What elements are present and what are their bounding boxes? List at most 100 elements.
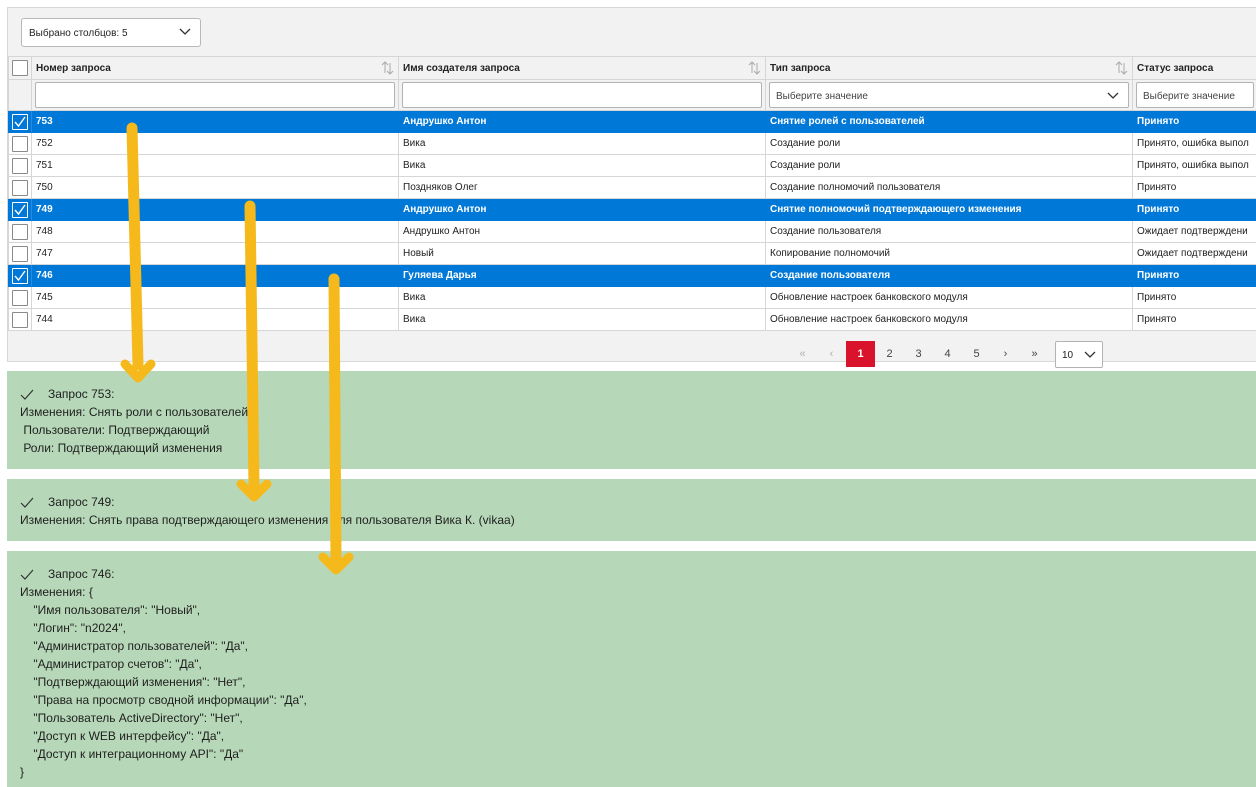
filter-cell-type: Выберите значение [765,79,1133,111]
column-header-status[interactable]: Статус запроса [1132,56,1256,80]
detail-line: "Пользователь ActiveDirectory": "Нет", [20,711,243,725]
cell-type: Снятие ролей с пользователей [765,110,1133,133]
chevron-down-icon [1084,351,1096,358]
table-row[interactable]: 752 Вика Создание роли Принято, ошибка выпо… [8,132,1256,155]
row-checkbox-cell [8,220,32,243]
detail-line: "Администратор счетов": "Да", [20,657,202,671]
cell-status: Принято, ошибка выпол [1132,132,1256,155]
cell-number: 751 [31,154,399,177]
detail-line: Изменения: Снять роли с пользователей [20,405,249,419]
detail-header: Запрос 753: [20,385,1256,403]
row-checkbox[interactable] [12,267,28,284]
page-button-2[interactable]: 2 [875,341,904,367]
row-checkbox[interactable] [12,223,28,240]
table-row[interactable]: 753 Андрушко Антон Снятие ролей с пользова… [8,110,1256,133]
detail-line: "Права на просмотр сводной информации": … [20,693,307,707]
column-title: Номер запроса [36,62,111,74]
cell-number: 749 [31,198,399,221]
filter-row: Выберите значение Выберите значение [8,79,1256,111]
cell-type: Снятие полномочий подтверждающего измене… [765,198,1133,221]
detail-line: "Имя пользователя": "Новый", [20,603,201,617]
cell-number: 747 [31,242,399,265]
cell-status: Ожидает подтверждени [1132,220,1256,243]
row-checkbox[interactable] [12,245,28,262]
page-button-4[interactable]: 4 [933,341,962,367]
checkmark-icon [20,497,34,508]
page-button-1[interactable]: 1 [846,341,875,367]
cell-status: Принято [1132,286,1256,309]
table-row[interactable]: 749 Андрушко Антон Снятие полномочий подтв… [8,198,1256,221]
cell-number: 750 [31,176,399,199]
cell-creator: Андрушко Антон [398,110,766,133]
detail-line: "Доступ к интеграционному API": "Да" [20,747,244,761]
table-row[interactable]: 750 Поздняков Олег Создание полномочий пол… [8,176,1256,199]
filter-status-select[interactable]: Выберите значение [1136,82,1254,108]
row-checkbox[interactable] [12,289,28,306]
column-header-creator[interactable]: Имя создателя запроса [398,56,766,80]
row-checkbox-cell [8,242,32,265]
column-header-type[interactable]: Тип запроса [765,56,1133,80]
filter-placeholder: Выберите значение [1143,91,1235,102]
table-row[interactable]: 748 Андрушко Антон Создание пользователя Ож… [8,220,1256,243]
cell-status: Принято [1132,110,1256,133]
row-checkbox[interactable] [12,311,28,328]
chevron-down-icon [1107,92,1119,99]
last-page-button[interactable]: » [1020,341,1049,367]
row-checkbox-cell [8,110,32,133]
detail-line: "Администратор пользователей": "Да", [20,639,248,653]
row-checkbox-cell [8,264,32,287]
page-size-select[interactable]: 10 [1055,340,1103,368]
chevron-down-icon [179,28,191,35]
filter-spacer [8,79,32,111]
next-page-button[interactable]: › [991,341,1020,367]
filter-placeholder: Выберите значение [776,91,868,102]
cell-status: Принято [1132,198,1256,221]
row-checkbox-cell [8,286,32,309]
table-row[interactable]: 751 Вика Создание роли Принято, ошибка выпо… [8,154,1256,177]
filter-type-select[interactable]: Выберите значение [769,82,1129,108]
checkmark-icon [14,270,26,281]
row-checkbox[interactable] [12,113,28,130]
detail-line: "Доступ к WEB интерфейсу": "Да", [20,729,225,743]
row-checkbox-cell [8,154,32,177]
table-row[interactable]: 747 Новый Копирование полномочий Ожидает по… [8,242,1256,265]
select-all-checkbox[interactable] [12,60,28,76]
filter-number-input[interactable] [35,82,395,108]
checkmark-icon [20,569,34,580]
row-checkbox[interactable] [12,201,28,218]
cell-creator: Вика [398,132,766,155]
column-title: Тип запроса [770,62,831,74]
detail-line: "Подтверждающий изменения": "Нет", [20,675,246,689]
row-checkbox[interactable] [12,135,28,152]
columns-select[interactable]: Выбрано столбцов: 5 [21,18,201,47]
requests-table: Номер запроса Имя создателя запроса Тип … [8,56,1256,331]
table-row[interactable]: 744 Вика Обновление настроек банковского м… [8,308,1256,331]
table-row[interactable]: 746 Гуляева Дарья Создание пользователя При… [8,264,1256,287]
cell-creator: Вика [398,308,766,331]
cell-type: Создание роли [765,154,1133,177]
cell-creator: Вика [398,154,766,177]
columns-select-label: Выбрано столбцов: 5 [29,28,128,39]
cell-type: Создание роли [765,132,1133,155]
filter-creator-input[interactable] [402,82,762,108]
page-button-3[interactable]: 3 [904,341,933,367]
sort-icon[interactable] [381,61,394,75]
detail-title: Запрос 753: [48,387,115,401]
column-header-number[interactable]: Номер запроса [31,56,399,80]
table-row[interactable]: 745 Вика Обновление настроек банковского м… [8,286,1256,309]
first-page-button[interactable]: « [788,341,817,367]
page-button-5[interactable]: 5 [962,341,991,367]
sort-icon[interactable] [748,61,761,75]
detail-line: Роли: Подтверждающий изменения [20,441,223,455]
cell-type: Обновление настроек банковского модуля [765,286,1133,309]
cell-creator: Поздняков Олег [398,176,766,199]
detail-title: Запрос 746: [48,567,115,581]
row-checkbox-cell [8,308,32,331]
row-checkbox[interactable] [12,179,28,196]
cell-number: 753 [31,110,399,133]
sort-icon[interactable] [1115,61,1128,75]
detail-line: Изменения: { [20,585,93,599]
cell-status: Принято, ошибка выпол [1132,154,1256,177]
prev-page-button[interactable]: ‹ [817,341,846,367]
row-checkbox[interactable] [12,157,28,174]
